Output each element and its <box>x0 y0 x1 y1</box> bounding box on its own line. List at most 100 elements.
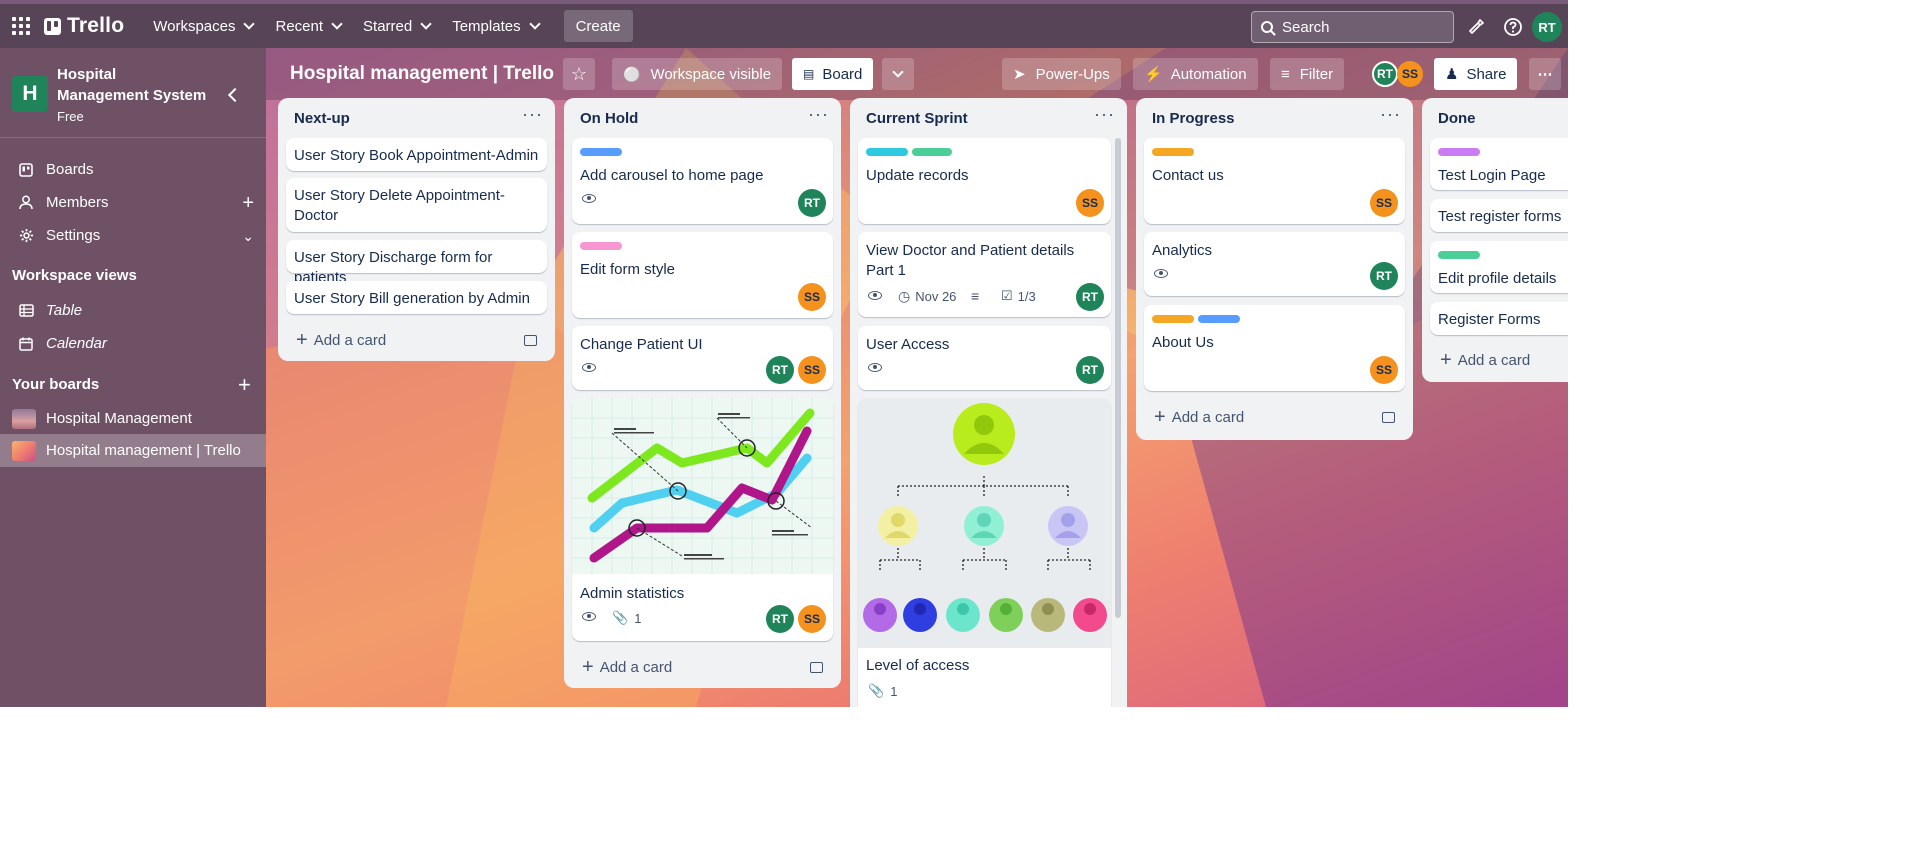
member-avatar[interactable]: RT <box>1370 262 1398 290</box>
card-with-cover[interactable]: Level of access 📎 1 <box>858 398 1111 707</box>
member-avatar[interactable]: SS <box>1370 189 1398 217</box>
card[interactable]: About Us SS <box>1144 305 1405 391</box>
card[interactable]: Register Forms <box>1430 302 1568 335</box>
board-menu-button[interactable]: ⋯ <box>1529 58 1561 90</box>
board-view-button[interactable]: ▤ Board <box>792 58 874 90</box>
list-menu-icon[interactable]: ··· <box>808 105 829 123</box>
sidebar-item-calendar[interactable]: Calendar <box>0 327 266 360</box>
heading-text: Your boards <box>12 376 100 393</box>
create-button[interactable]: Create <box>563 10 633 42</box>
card[interactable]: User Story Discharge form for patients <box>286 240 547 286</box>
watching-badge <box>868 291 882 300</box>
search-input[interactable]: Search <box>1251 11 1454 43</box>
sidebar-board-hospital-management[interactable]: Hospital Management <box>0 402 266 435</box>
power-ups-button[interactable]: ➤ Power-Ups <box>1002 58 1121 90</box>
filter-button[interactable]: ≡ Filter <box>1270 58 1345 90</box>
card[interactable]: User Story Bill generation by Admin <box>286 281 547 314</box>
list-title[interactable]: Next-up <box>278 98 555 138</box>
card[interactable]: Test Login Page <box>1430 138 1568 190</box>
sidebar-board-hospital-management-trello[interactable]: Hospital management | Trello <box>0 434 266 467</box>
card[interactable]: Test register forms <box>1430 199 1568 232</box>
template-icon[interactable] <box>810 661 823 673</box>
sidebar-item-table[interactable]: Table <box>0 294 266 327</box>
member-avatar[interactable]: SS <box>798 283 826 311</box>
list-title[interactable]: In Progress <box>1136 98 1413 138</box>
trello-logo[interactable]: Trello <box>44 14 124 38</box>
card-with-cover[interactable]: Admin statistics 📎 1 RT SS <box>572 398 833 641</box>
add-card-label: Add a card <box>599 658 673 676</box>
nav-starred[interactable]: Starred <box>352 10 441 42</box>
sidebar-item-boards[interactable]: Boards <box>0 153 266 186</box>
sidebar-item-settings[interactable]: Settings ⌄ <box>0 219 266 252</box>
card[interactable]: Edit form style SS <box>572 232 833 318</box>
visibility-button[interactable]: ⚪ Workspace visible <box>612 58 783 90</box>
member-avatar[interactable]: SS <box>798 605 826 633</box>
card[interactable]: Update records SS <box>858 138 1111 224</box>
card-label[interactable] <box>1198 315 1240 323</box>
list-title[interactable]: Current Sprint <box>850 98 1127 138</box>
board-title[interactable]: Hospital management | Trello <box>290 63 554 85</box>
card[interactable]: User Story Book Appointment-Admin <box>286 138 547 171</box>
add-card-button[interactable]: + Add a card <box>286 324 547 356</box>
member-avatar[interactable]: RT <box>1076 356 1104 384</box>
card-label[interactable] <box>1152 315 1194 323</box>
card-label[interactable] <box>580 242 622 250</box>
card[interactable]: Change Patient UI RT SS <box>572 326 833 390</box>
automation-button[interactable]: ⚡ Automation <box>1133 58 1258 90</box>
list-menu-icon[interactable]: ··· <box>522 105 543 123</box>
card[interactable]: Add carousel to home page RT <box>572 138 833 224</box>
workspace-info: Hospital Management System Free <box>57 64 207 127</box>
card[interactable]: Edit profile details <box>1430 241 1568 293</box>
member-avatar[interactable]: SS <box>798 356 826 384</box>
notifications-icon[interactable] <box>1466 17 1486 37</box>
card-label[interactable] <box>1438 148 1480 156</box>
list-scrollbar[interactable] <box>1115 138 1121 618</box>
view-switcher-button[interactable] <box>882 58 914 90</box>
chevron-down-icon <box>331 17 343 30</box>
member-avatar[interactable]: SS <box>1076 189 1104 217</box>
list-title[interactable]: On Hold <box>564 98 841 138</box>
member-avatar[interactable]: RT <box>1076 283 1104 311</box>
list-title[interactable]: Done <box>1422 98 1568 138</box>
user-avatar[interactable]: RT <box>1532 12 1562 42</box>
list-menu-icon[interactable]: ··· <box>1380 105 1401 123</box>
nav-templates[interactable]: Templates <box>441 10 549 42</box>
template-icon[interactable] <box>524 334 537 346</box>
watching-badge <box>1154 269 1168 278</box>
card[interactable]: Analytics RT <box>1144 232 1405 296</box>
sidebar-item-members[interactable]: Members + <box>0 186 266 219</box>
member-avatar[interactable]: RT <box>1372 61 1398 87</box>
nav-recent[interactable]: Recent <box>264 10 352 42</box>
card-label[interactable] <box>1438 251 1480 259</box>
add-card-button[interactable]: + Add a card <box>1144 401 1405 433</box>
card[interactable]: User Story Delete Appointment-Doctor <box>286 178 547 232</box>
card[interactable]: Contact us SS <box>1144 138 1405 224</box>
card-label[interactable] <box>580 148 622 156</box>
add-board-icon[interactable]: + <box>238 372 251 398</box>
help-icon[interactable] <box>1503 17 1523 37</box>
share-button[interactable]: ♟ Share <box>1434 58 1518 90</box>
member-avatar[interactable]: RT <box>798 189 826 217</box>
add-member-icon[interactable]: + <box>242 193 254 213</box>
rocket-icon: ➤ <box>1013 66 1026 83</box>
card[interactable]: View Doctor and Patient details Part 1 ◷… <box>858 232 1111 317</box>
list-menu-icon[interactable]: ··· <box>1094 105 1115 123</box>
app-switcher-icon[interactable] <box>12 16 32 36</box>
lightning-icon: ⚡ <box>1144 66 1163 83</box>
card[interactable]: User Access RT <box>858 326 1111 390</box>
add-card-button[interactable]: + Add a card <box>572 651 833 683</box>
member-avatar[interactable]: SS <box>1397 61 1423 87</box>
template-icon[interactable] <box>1382 411 1395 423</box>
add-card-button[interactable]: + Add a card <box>1430 344 1568 376</box>
add-card-label: Add a card <box>313 331 387 349</box>
member-avatar[interactable]: RT <box>766 356 794 384</box>
member-avatar[interactable]: RT <box>766 605 794 633</box>
card-label[interactable] <box>866 148 908 156</box>
member-avatar[interactable]: SS <box>1370 356 1398 384</box>
card-label[interactable] <box>912 148 952 156</box>
chevron-down-icon[interactable]: ⌄ <box>242 226 254 246</box>
card-label[interactable] <box>1152 148 1194 156</box>
star-board-button[interactable]: ☆ <box>563 58 595 90</box>
collapse-sidebar-icon[interactable] <box>227 87 243 103</box>
nav-workspaces[interactable]: Workspaces <box>142 10 264 42</box>
